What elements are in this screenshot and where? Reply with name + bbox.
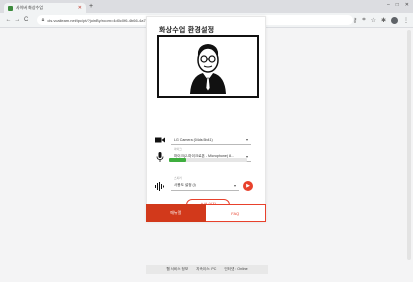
microphone-icon — [155, 152, 165, 162]
page-title: 화상수업 환경설정 — [159, 27, 215, 34]
close-window-button[interactable]: ✕ — [405, 2, 409, 8]
chevron-down-icon: ▾ — [245, 137, 248, 142]
camera-value: LG Camera (04ds:5b41) — [174, 137, 213, 142]
extensions-icon[interactable]: ✱ — [381, 17, 386, 24]
camera-icon — [155, 135, 165, 145]
bottom-tabs: 매뉴얼 FAQ — [146, 204, 266, 222]
forward-button[interactable]: → — [13, 17, 22, 23]
profile-avatar[interactable] — [391, 16, 399, 24]
tab-strip: 사이버 화상수업 ✕ + – □ ✕ — [0, 0, 413, 13]
back-button[interactable]: ← — [4, 17, 13, 23]
reload-button[interactable]: C — [22, 17, 31, 23]
toolbar-icons: ⚷ ⌗ ☆ ✱ ⋮ — [353, 16, 409, 24]
camera-row: LG Camera (04ds:5b41) ▾ — [155, 135, 259, 145]
minimize-button[interactable]: – — [387, 2, 390, 8]
mic-level-meter — [169, 158, 247, 162]
close-tab-icon[interactable]: ✕ — [78, 5, 82, 11]
browser-tab[interactable]: 사이버 화상수업 ✕ — [4, 3, 86, 13]
mic-level-fill — [169, 158, 187, 162]
setup-panel: 화상수업 환경설정 LG Camera (04ds:5b41) ▾ 마이크 마이… — [146, 16, 266, 222]
browser-window: 사이버 화상수업 ✕ + – □ ✕ ← → C 🔒︎ cls.vcaileam… — [0, 0, 413, 282]
camera-select[interactable]: LG Camera (04ds:5b41) ▾ — [171, 135, 251, 145]
bookmark-star-icon[interactable]: ☆ — [371, 17, 376, 24]
new-tab-button[interactable]: + — [89, 3, 93, 11]
status-footer: 웹 서비스 정보 지속이스: PC 인터넷 : Online — [146, 265, 268, 274]
chevron-down-icon: ▾ — [233, 183, 236, 188]
page-scrollbar[interactable] — [407, 30, 411, 260]
key-icon[interactable]: ⚷ — [353, 17, 357, 24]
footer-service-info: 웹 서비스 정보 — [166, 267, 189, 271]
speaker-select[interactable]: 스피커 사용도 설정 (i) ▾ — [171, 176, 239, 191]
footer-network-status: 인터넷 : Online — [224, 267, 248, 271]
tab-title: 사이버 화상수업 — [16, 5, 43, 10]
microphone-label: 마이크 — [174, 147, 182, 151]
window-controls: – □ ✕ — [387, 2, 409, 8]
maximize-button[interactable]: □ — [396, 2, 399, 8]
favicon-icon — [8, 5, 13, 11]
speaker-value: 사용도 설정 (i) — [174, 183, 196, 187]
footer-device-mode: 지속이스: PC — [196, 267, 217, 271]
speaker-row: 스피커 사용도 설정 (i) ▾ ▶ — [155, 176, 259, 191]
camera-preview — [157, 35, 259, 98]
sound-wave-icon — [155, 181, 165, 191]
lock-icon: 🔒︎ — [41, 17, 45, 23]
user-avatar-icon — [190, 44, 226, 94]
menu-kebab-icon[interactable]: ⋮ — [403, 17, 409, 24]
play-test-sound-button[interactable]: ▶ — [243, 181, 253, 191]
tab-manual[interactable]: 매뉴얼 — [146, 204, 206, 222]
speaker-label: 스피커 — [174, 176, 182, 180]
translate-icon[interactable]: ⌗ — [362, 17, 365, 24]
tab-faq[interactable]: FAQ — [205, 204, 266, 222]
